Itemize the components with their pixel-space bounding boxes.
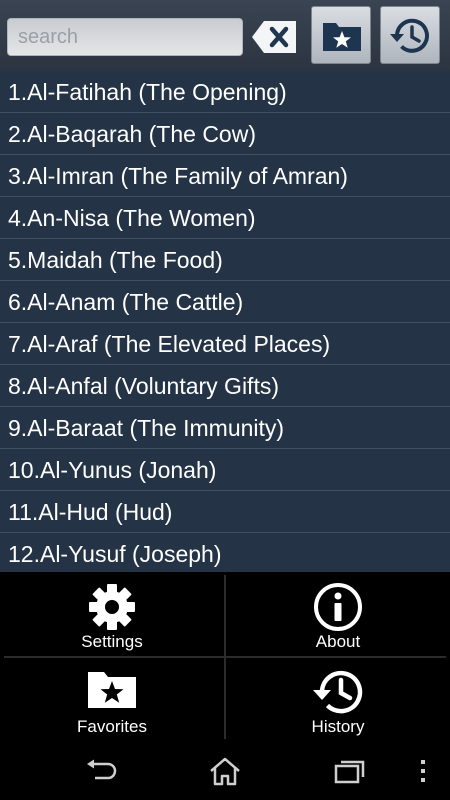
history-clock-icon — [313, 670, 363, 714]
overflow-menu-icon — [421, 760, 425, 782]
folder-star-icon — [323, 23, 361, 51]
settings-label: Settings — [81, 632, 143, 651]
options-menu: Settings About Favorites History — [0, 573, 450, 741]
home-icon — [210, 757, 240, 786]
list-item[interactable]: 3.Al-Imran (The Family of Amran) — [0, 155, 450, 197]
surah-list: 1.Al-Fatihah (The Opening) 2.Al-Baqarah … — [0, 71, 450, 572]
overflow-menu-button[interactable] — [396, 749, 450, 793]
info-icon — [314, 583, 362, 631]
list-item[interactable]: 5.Maidah (The Food) — [0, 239, 450, 281]
list-item[interactable]: 10.Al-Yunus (Jonah) — [0, 449, 450, 491]
history-clock-icon — [390, 18, 429, 53]
gear-icon — [89, 584, 135, 630]
folder-star-icon — [88, 672, 136, 708]
list-item[interactable]: 12.Al-Yusuf (Joseph) — [0, 533, 450, 572]
list-item[interactable]: 2.Al-Baqarah (The Cow) — [0, 113, 450, 155]
favorites-menu-item[interactable]: Favorites — [0, 658, 224, 741]
list-item[interactable]: 7.Al-Araf (The Elevated Places) — [0, 323, 450, 365]
history-label: History — [311, 717, 365, 736]
search-input[interactable] — [7, 18, 243, 56]
recents-icon — [334, 760, 365, 784]
history-toolbar-button[interactable] — [380, 6, 440, 64]
back-icon — [87, 759, 117, 780]
list-item[interactable]: 4.An-Nisa (The Women) — [0, 197, 450, 239]
system-navigation-bar — [0, 741, 450, 800]
list-item[interactable]: 6.Al-Anam (The Cattle) — [0, 281, 450, 323]
clear-search-button[interactable] — [250, 18, 298, 56]
recents-button[interactable] — [320, 749, 380, 793]
list-item[interactable]: 11.Al-Hud (Hud) — [0, 491, 450, 533]
list-item[interactable]: 1.Al-Fatihah (The Opening) — [0, 71, 450, 113]
list-item[interactable]: 9.Al-Baraat (The Immunity) — [0, 407, 450, 449]
backspace-clear-icon — [252, 21, 296, 53]
about-label: About — [315, 632, 361, 651]
back-button[interactable] — [70, 749, 130, 793]
top-toolbar — [0, 0, 450, 71]
home-button[interactable] — [195, 749, 255, 793]
history-menu-item[interactable]: History — [226, 658, 450, 741]
favorites-label: Favorites — [77, 717, 147, 736]
list-item[interactable]: 8.Al-Anfal (Voluntary Gifts) — [0, 365, 450, 407]
settings-menu-item[interactable]: Settings — [0, 573, 224, 656]
about-menu-item[interactable]: About — [226, 573, 450, 656]
favorites-toolbar-button[interactable] — [311, 6, 371, 64]
